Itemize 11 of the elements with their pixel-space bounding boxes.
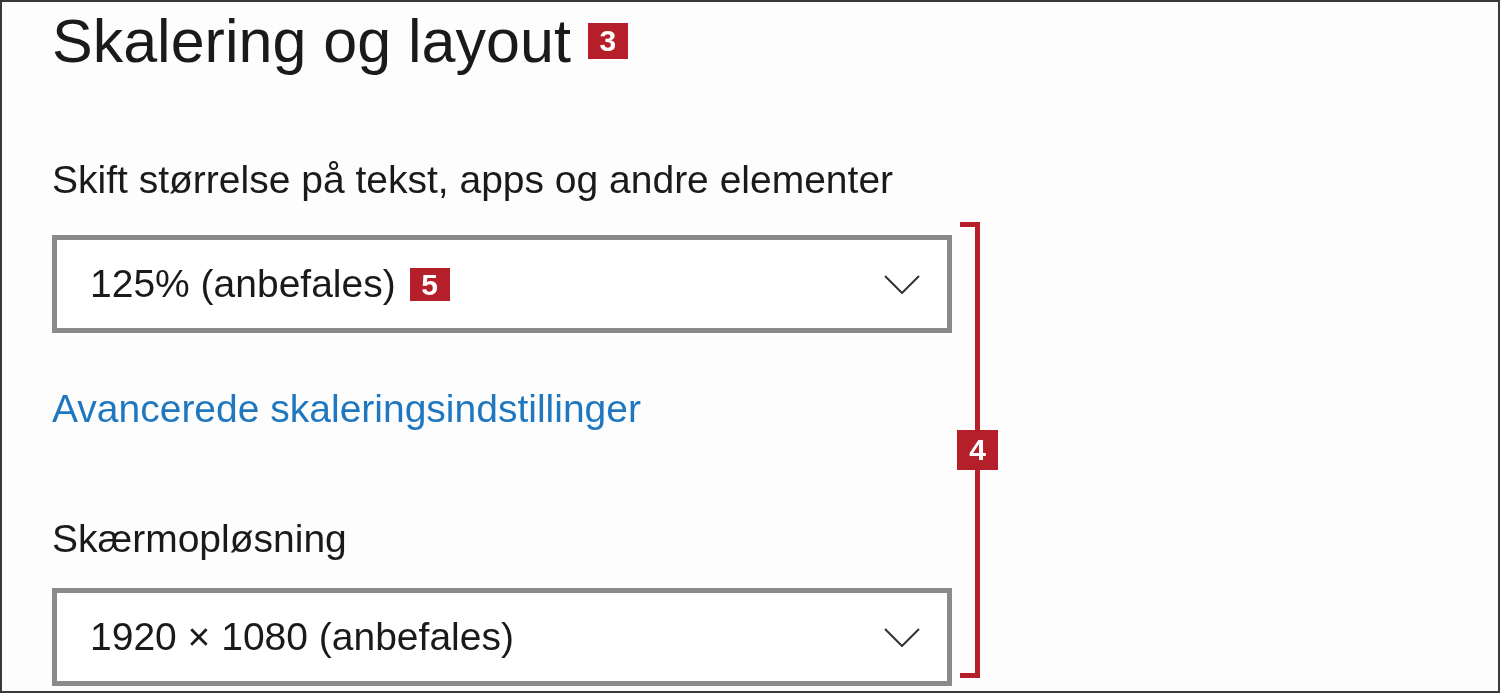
chevron-down-icon <box>884 627 920 647</box>
callout-marker: 4 <box>957 430 998 470</box>
setting-label: Skift størrelse på tekst, apps og andre elementer <box>52 157 895 203</box>
callout-marker: 3 <box>587 23 628 59</box>
setting-label: Skærmopløsning <box>52 516 347 562</box>
chevron-down-icon <box>884 274 920 294</box>
advanced-scaling-link[interactable]: Avancerede skaleringsindstillinger <box>52 386 641 432</box>
callout-marker: 5 <box>409 267 450 301</box>
resolution-dropdown[interactable]: 1920 × 1080 (anbefales) <box>52 588 952 686</box>
section-title: Skalering og layout <box>52 6 571 76</box>
scale-dropdown[interactable]: 125% (anbefales) 5 <box>52 235 952 333</box>
